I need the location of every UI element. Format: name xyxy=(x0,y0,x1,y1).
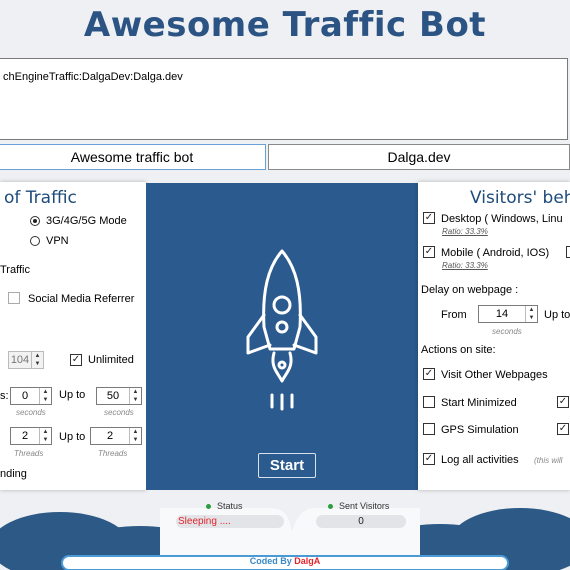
sent-visitors-value: 0 xyxy=(358,516,364,527)
seconds-caption: seconds xyxy=(16,408,46,417)
tablet-checkbox[interactable] xyxy=(566,246,570,258)
spinner-arrows-icon[interactable]: ▲ ▼ xyxy=(129,388,141,404)
spinner-arrows-icon[interactable]: ▲ ▼ xyxy=(39,388,51,404)
sent-visitors-bar: 0 xyxy=(316,515,406,528)
mobile-mode-radio[interactable] xyxy=(30,216,40,226)
page-delay-from-value: 14 xyxy=(495,308,509,320)
sent-visitors-label: Sent Visitors xyxy=(328,501,389,511)
delay-label: Delay on webpage : xyxy=(421,284,519,296)
mobile-mode-label: 3G/4G/5G Mode xyxy=(46,215,127,227)
visitor-count-spinner[interactable]: 104 ▲ ▼ xyxy=(8,351,44,369)
status-label: Status xyxy=(206,501,243,511)
threads-caption: Threads xyxy=(14,449,44,458)
keywords-textarea[interactable]: chEngineTraffic:DalgaDev:Dalga.dev xyxy=(0,58,568,140)
awesome-traffic-bot-button[interactable]: Awesome traffic bot xyxy=(0,144,266,170)
spinner-arrows-icon[interactable]: ▲ ▼ xyxy=(525,306,537,322)
visitors-section-title: Visitors' beh xyxy=(470,188,570,208)
rocket-icon xyxy=(246,249,318,411)
unlimited-label: Unlimited xyxy=(88,354,134,366)
delay-to-value: 50 xyxy=(106,390,120,402)
start-button[interactable]: Start xyxy=(258,453,316,478)
desktop-checkbox[interactable]: ✓ xyxy=(423,212,435,224)
coded-by-text: Coded By xyxy=(249,556,295,566)
traffic-section-title: of Traffic xyxy=(4,188,77,208)
spinner-arrows-icon[interactable]: ▲ ▼ xyxy=(129,428,141,444)
visitors-behavior-panel: Visitors' beh ✓ Desktop ( Windows, Linu … xyxy=(418,182,570,490)
threads-to-value: 2 xyxy=(106,430,114,442)
status-label-text: Status xyxy=(217,501,243,511)
option-checkbox[interactable]: ✓ xyxy=(557,423,569,435)
desktop-ratio: Ratio: 33.3% xyxy=(442,227,488,236)
spinner-arrows-icon[interactable]: ▲ ▼ xyxy=(39,428,51,444)
bottom-option-label: nding xyxy=(0,468,27,480)
gps-simulation-checkbox[interactable] xyxy=(423,423,435,435)
traffic-label: Traffic xyxy=(0,264,30,276)
author-name: DalgA xyxy=(294,556,321,566)
sent-visitors-label-text: Sent Visitors xyxy=(339,501,390,511)
unlimited-checkbox[interactable]: ✓ xyxy=(70,354,82,366)
up-to-label: Up to xyxy=(544,309,570,321)
up-to-label: Up to xyxy=(59,389,86,401)
visit-other-label: Visit Other Webpages xyxy=(441,369,548,381)
mobile-ratio: Ratio: 33.3% xyxy=(442,261,488,270)
delay-from-value: 0 xyxy=(21,390,29,402)
seconds-caption: seconds xyxy=(104,408,134,417)
vpn-label: VPN xyxy=(46,235,69,247)
desktop-label: Desktop ( Windows, Linu xyxy=(441,213,563,225)
social-referrer-label: Social Media Referrer xyxy=(28,293,135,305)
page-delay-from-spinner[interactable]: 14 ▲ ▼ xyxy=(478,305,538,323)
credit-line: Coded By DalgA xyxy=(0,556,570,566)
status-dot-icon xyxy=(206,504,211,510)
mobile-checkbox[interactable]: ✓ xyxy=(423,246,435,258)
visitor-count-value: 104 xyxy=(10,354,30,366)
threads-from-spinner[interactable]: 2 ▲ ▼ xyxy=(10,427,52,445)
app-title: Awesome Traffic Bot xyxy=(83,5,487,45)
keywords-text: chEngineTraffic:DalgaDev:Dalga.dev xyxy=(3,71,183,83)
mobile-label: Mobile ( Android, IOS) xyxy=(441,247,550,259)
option-checkbox[interactable]: ✓ xyxy=(557,396,569,408)
gps-simulation-label: GPS Simulation xyxy=(441,424,519,436)
log-all-checkbox[interactable]: ✓ xyxy=(423,453,435,465)
delay-to-spinner[interactable]: 50 ▲ ▼ xyxy=(96,387,142,405)
seconds-caption: seconds xyxy=(492,327,522,336)
start-panel xyxy=(146,183,418,490)
threads-to-spinner[interactable]: 2 ▲ ▼ xyxy=(90,427,142,445)
log-all-label: Log all activities xyxy=(441,454,519,466)
threads-from-value: 2 xyxy=(21,430,29,442)
threads-caption: Threads xyxy=(98,449,128,458)
sent-dot-icon xyxy=(328,504,333,510)
log-hint: (this will xyxy=(534,456,563,465)
actions-label: Actions on site: xyxy=(421,344,496,356)
from-label: From xyxy=(441,309,467,321)
social-referrer-checkbox[interactable] xyxy=(8,292,20,304)
start-minimized-checkbox[interactable] xyxy=(423,396,435,408)
up-to-label: Up to xyxy=(59,431,86,443)
vpn-radio[interactable] xyxy=(30,236,40,246)
start-minimized-label: Start Minimized xyxy=(441,397,517,409)
visit-other-checkbox[interactable]: ✓ xyxy=(423,368,435,380)
delay-from-spinner[interactable]: 0 ▲ ▼ xyxy=(10,387,52,405)
status-value: Sleeping .... xyxy=(178,516,231,527)
spinner-arrows-icon[interactable]: ▲ ▼ xyxy=(31,352,43,368)
seconds-prefix: s: xyxy=(0,390,9,402)
status-bar: Sleeping .... xyxy=(176,515,284,528)
dalga-dev-button[interactable]: Dalga.dev xyxy=(268,144,570,170)
traffic-type-panel: of Traffic 3G/4G/5G Mode VPN Traffic Soc… xyxy=(0,182,146,490)
